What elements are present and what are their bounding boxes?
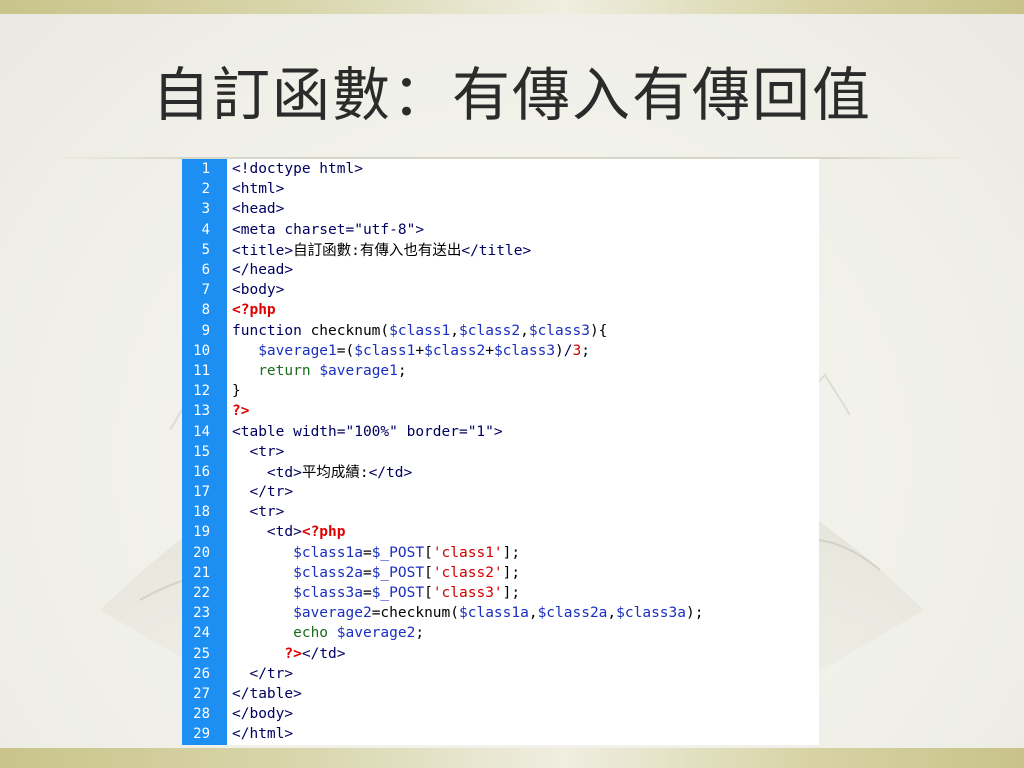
code-text: <!doctype html> [232,161,363,178]
code-line: 18 <tr> [182,502,819,522]
code-text: <tr> [249,504,285,521]
code-line: 14 <table width="100%" border="1"> [182,421,819,441]
code-text: } [232,383,241,400]
line-number: 14 [193,423,210,440]
line-number: 21 [193,564,210,581]
code-text: <td><?php [266,524,346,541]
line-number: 7 [201,282,210,299]
code-line: 29 </html> [182,724,819,744]
code-line: 10 $average1=($class1+$class2+$class3)/3… [182,341,819,361]
code-text: return $average1; [258,362,407,379]
code-line: 28 </body> [182,704,819,724]
line-number: 12 [193,383,210,400]
code-line: 4 <meta charset="utf-8"> [182,220,819,240]
code-text: </table> [232,685,302,702]
code-line: 20 $class1a=$_POST['class1']; [182,543,819,563]
code-text: echo $average2; [293,625,425,642]
bottom-decor-band [0,748,1024,768]
code-line: 13 ?> [182,401,819,421]
line-number: 2 [201,181,210,198]
code-text: </body> [232,706,294,723]
code-line: 1 <!doctype html> [182,159,819,179]
code-line: 24 echo $average2; [182,623,819,643]
code-line: 11 return $average1; [182,361,819,381]
code-text: function checknum($class1,$class2,$class… [232,322,608,339]
line-number: 29 [193,726,210,743]
line-number: 13 [193,403,210,420]
line-number: 22 [193,585,210,602]
line-number: 16 [193,463,210,480]
line-number: 3 [201,201,210,218]
code-text: ?></td> [284,645,346,662]
code-line: 6 </head> [182,260,819,280]
code-line: 7 <body> [182,280,819,300]
code-text: <head> [232,201,285,218]
line-number: 10 [193,342,210,359]
code-text: <body> [232,282,285,299]
code-text: </head> [232,262,294,279]
line-number: 23 [193,605,210,622]
code-text: ?> [232,403,250,420]
line-number: 25 [193,645,210,662]
code-text: $class3a=$_POST['class3']; [293,585,521,602]
line-number: 18 [193,504,210,521]
code-listing: 1 <!doctype html> 2 <html> 3 <head> 4 <meta cha… [182,159,819,745]
line-number: 5 [201,241,210,258]
line-number: 11 [193,362,210,379]
code-line: 8 <?php [182,300,819,320]
code-line: 3 <head> [182,199,819,219]
code-text: $class2a=$_POST['class2']; [293,564,521,581]
code-text: <table width="100%" border="1"> [232,423,503,440]
code-text: $class1a=$_POST['class1']; [293,544,521,561]
code-text: <html> [232,181,285,198]
line-number: 24 [193,625,210,642]
line-number: 15 [193,443,210,460]
code-text: </tr> [249,665,294,682]
line-number: 9 [201,322,210,339]
code-line: 5 <title>自訂函數:有傳入也有送出</title> [182,240,819,260]
slide: 自訂函數：有傳入有傳回值 1 <!doctype html> 2 <html> 3 <he… [0,0,1024,768]
code-text: $average1=($class1+$class2+$class3)/3; [258,342,590,359]
line-number: 27 [193,685,210,702]
code-lines: 1 <!doctype html> 2 <html> 3 <head> 4 <meta cha… [182,159,819,744]
code-line: 26 </tr> [182,664,819,684]
code-line: 9 function checknum($class1,$class2,$clas… [182,321,819,341]
code-line: 22 $class3a=$_POST['class3']; [182,583,819,603]
line-number: 6 [201,262,210,279]
code-text: </html> [232,726,294,743]
line-number: 1 [201,161,210,178]
line-number: 28 [193,706,210,723]
code-text: <td>平均成績:</td> [266,465,413,482]
line-number: 26 [193,665,210,682]
code-text: $average2=checknum($class1a,$class2a,$cl… [293,605,704,622]
code-line: 19 <td><?php [182,522,819,542]
code-line: 2 <html> [182,179,819,199]
code-line: 16 <td>平均成績:</td> [182,462,819,482]
code-line: 25 ?></td> [182,644,819,664]
code-line: 15 <tr> [182,442,819,462]
line-number: 19 [193,524,210,541]
code-text: <?php [232,302,276,319]
code-text: </tr> [249,484,294,501]
line-number: 4 [201,221,210,238]
code-text: <tr> [249,443,285,460]
line-number: 8 [201,302,210,319]
code-text: <meta charset="utf-8"> [232,221,425,238]
code-line: 12} [182,381,819,401]
line-number: 17 [193,484,210,501]
code-line: 27 </table> [182,684,819,704]
code-line: 23 $average2=checknum($class1a,$class2a,… [182,603,819,623]
line-number: 20 [193,544,210,561]
code-text: <title>自訂函數:有傳入也有送出</title> [232,243,532,260]
code-line: 17 </tr> [182,482,819,502]
top-decor-band [0,0,1024,14]
code-line: 21 $class2a=$_POST['class2']; [182,563,819,583]
slide-title: 自訂函數：有傳入有傳回值 [151,61,872,129]
